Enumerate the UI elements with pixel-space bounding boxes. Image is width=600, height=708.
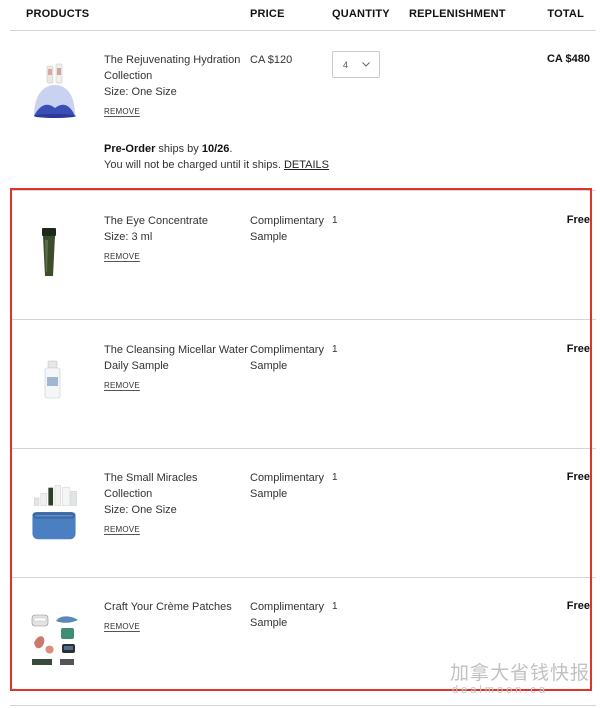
- remove-button[interactable]: REMOVE: [104, 107, 140, 116]
- quantity-select[interactable]: 4: [332, 51, 380, 78]
- header-divider: [10, 30, 596, 31]
- header-products: PRODUCTS: [26, 8, 90, 20]
- header-replenishment: REPLENISHMENT: [409, 8, 506, 20]
- preorder-label: Pre-Order: [104, 143, 156, 155]
- watermark-url: dealmoon.ca: [452, 684, 548, 696]
- item-total: CA $480: [546, 53, 590, 65]
- preorder-ships: ships by: [155, 143, 202, 155]
- preorder-date: 10/26: [201, 143, 230, 155]
- highlight-box: [10, 188, 592, 691]
- item-name-line1: The Rejuvenating Hydration: [104, 54, 241, 66]
- preorder-notice: Pre-Order ships by 10/26. You will not b…: [104, 143, 330, 171]
- quantity-value: 4: [343, 60, 349, 70]
- rejuvenating-hydration-image: [34, 63, 76, 118]
- item-size: Size: One Size: [104, 86, 177, 98]
- header-total: TOTAL: [547, 8, 584, 20]
- header-quantity: QUANTITY: [332, 8, 390, 20]
- header-price: PRICE: [250, 8, 285, 20]
- details-link[interactable]: DETAILS: [284, 159, 329, 171]
- item-name-line2: Collection: [104, 70, 153, 82]
- item-price: CA $120: [250, 54, 293, 66]
- chevron-down-icon: [362, 62, 370, 67]
- preorder-note: You will not be charged until it ships.: [104, 159, 284, 171]
- bottom-divider: [10, 705, 596, 706]
- watermark-logo-text: 加拿大省钱快报: [450, 663, 591, 684]
- item-name[interactable]: The Rejuvenating Hydration Collection Si…: [104, 52, 249, 100]
